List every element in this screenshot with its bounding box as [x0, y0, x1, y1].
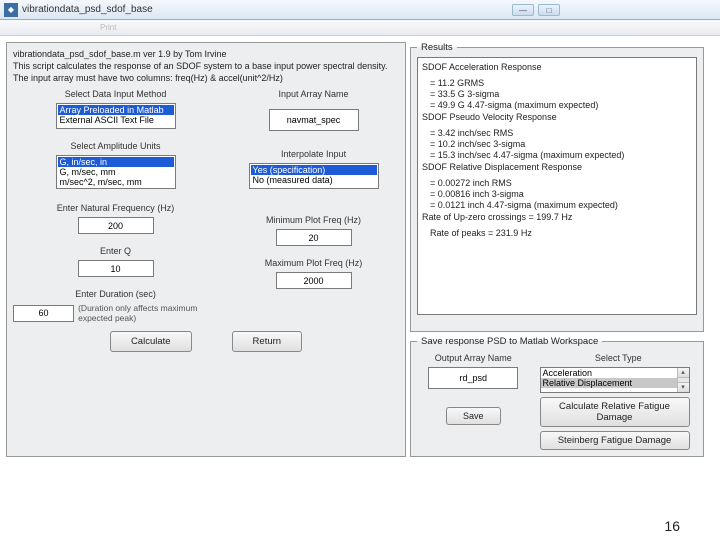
maximize-button[interactable]: □ [538, 4, 560, 16]
max-plot-input[interactable]: 2000 [276, 272, 352, 289]
label-amp-units: Select Amplitude Units [71, 141, 161, 151]
results-text: SDOF Acceleration Response = 11.2 GRMS =… [417, 57, 697, 315]
calculate-button[interactable]: Calculate [110, 331, 192, 352]
res-line: = 3.42 inch/sec RMS [430, 128, 692, 138]
data-method-opt-2[interactable]: External ASCII Text File [58, 115, 174, 125]
toolbar-print: Print [100, 23, 116, 32]
duration-input[interactable]: 60 [13, 305, 74, 322]
type-opt-1[interactable]: Acceleration [541, 368, 689, 378]
res-disp-h: SDOF Relative Displacement Response [422, 162, 692, 172]
res-vel-h: SDOF Pseudo Velocity Response [422, 112, 692, 122]
min-plot-input[interactable]: 20 [276, 229, 352, 246]
nat-freq-input[interactable]: 200 [78, 217, 154, 234]
res-accel-h: SDOF Acceleration Response [422, 62, 692, 72]
window-titlebar: ◆ vibrationdata_psd_sdof_base [0, 0, 720, 20]
window-buttons: — □ [512, 4, 560, 16]
label-out-name: Output Array Name [435, 353, 512, 363]
save-legend: Save response PSD to Matlab Workspace [417, 336, 602, 347]
interp-opt-1[interactable]: Yes (specification) [251, 165, 377, 175]
app-icon: ◆ [4, 3, 18, 17]
amp-units-opt-1[interactable]: G, in/sec, in [58, 157, 174, 167]
label-sel-type: Select Type [540, 353, 698, 363]
res-line: = 15.3 inch/sec 4.47-sigma (maximum expe… [430, 150, 692, 160]
save-panel: Save response PSD to Matlab Workspace Ou… [410, 336, 704, 457]
res-line: = 49.9 G 4.47-sigma (maximum expected) [430, 100, 692, 110]
label-data-method: Select Data Input Method [65, 89, 167, 99]
label-interp: Interpolate Input [281, 149, 346, 159]
data-method-listbox[interactable]: Array Preloaded in Matlab External ASCII… [56, 103, 176, 129]
steinberg-button[interactable]: Steinberg Fatigue Damage [540, 431, 690, 450]
amp-units-opt-2[interactable]: G, m/sec, mm [58, 167, 174, 177]
res-line: = 0.0121 inch 4.47-sigma (maximum expect… [430, 200, 692, 210]
toolbar-strip: Print [0, 20, 720, 36]
amp-units-listbox[interactable]: G, in/sec, in G, m/sec, mm m/sec^2, m/se… [56, 155, 176, 189]
interp-opt-2[interactable]: No (measured data) [251, 175, 377, 185]
res-rate2: Rate of peaks = 231.9 Hz [430, 228, 692, 238]
res-line: = 33.5 G 3-sigma [430, 89, 692, 99]
return-button[interactable]: Return [232, 331, 303, 352]
amp-units-opt-3[interactable]: m/sec^2, m/sec, mm [58, 177, 174, 187]
type-opt-2[interactable]: Relative Displacement [541, 378, 689, 388]
res-rate1: Rate of Up-zero crossings = 199.7 Hz [422, 212, 692, 222]
res-line: = 0.00272 inch RMS [430, 178, 692, 188]
input-desc: The input array must have two columns: f… [13, 73, 399, 83]
q-input[interactable]: 10 [78, 260, 154, 277]
out-name-input[interactable]: rd_psd [428, 367, 518, 389]
scrollbar[interactable]: ▴ ▾ [677, 368, 689, 392]
input-panel: vibrationdata_psd_sdof_base.m ver 1.9 by… [6, 42, 406, 457]
script-desc: This script calculates the response of a… [13, 61, 399, 71]
array-name-input[interactable]: navmat_spec [269, 109, 359, 131]
res-line: = 11.2 GRMS [430, 78, 692, 88]
type-listbox[interactable]: Acceleration Relative Displacement ▴ ▾ [540, 367, 690, 393]
label-min-plot: Minimum Plot Freq (Hz) [266, 215, 361, 225]
res-line: = 0.00816 inch 3-sigma [430, 189, 692, 199]
page-number: 16 [664, 518, 680, 534]
res-line: = 10.2 inch/sec 3-sigma [430, 139, 692, 149]
data-method-opt-1[interactable]: Array Preloaded in Matlab [58, 105, 174, 115]
label-duration: Enter Duration (sec) [75, 289, 156, 299]
results-panel: Results SDOF Acceleration Response = 11.… [410, 42, 704, 332]
label-max-plot: Maximum Plot Freq (Hz) [265, 258, 363, 268]
results-legend: Results [417, 42, 457, 53]
scroll-up-icon[interactable]: ▴ [678, 368, 689, 378]
script-name: vibrationdata_psd_sdof_base.m ver 1.9 by… [13, 49, 399, 59]
minimize-button[interactable]: — [512, 4, 534, 16]
duration-hint: (Duration only affects maximum expected … [78, 303, 218, 323]
save-button[interactable]: Save [446, 407, 501, 425]
label-array-name: Input Array Name [279, 89, 349, 99]
label-nat-freq: Enter Natural Frequency (Hz) [57, 203, 175, 213]
label-q: Enter Q [100, 246, 131, 256]
fatigue-button[interactable]: Calculate Relative Fatigue Damage [540, 397, 690, 427]
interp-listbox[interactable]: Yes (specification) No (measured data) [249, 163, 379, 189]
window-title: vibrationdata_psd_sdof_base [22, 4, 153, 15]
scroll-down-icon[interactable]: ▾ [678, 382, 689, 392]
